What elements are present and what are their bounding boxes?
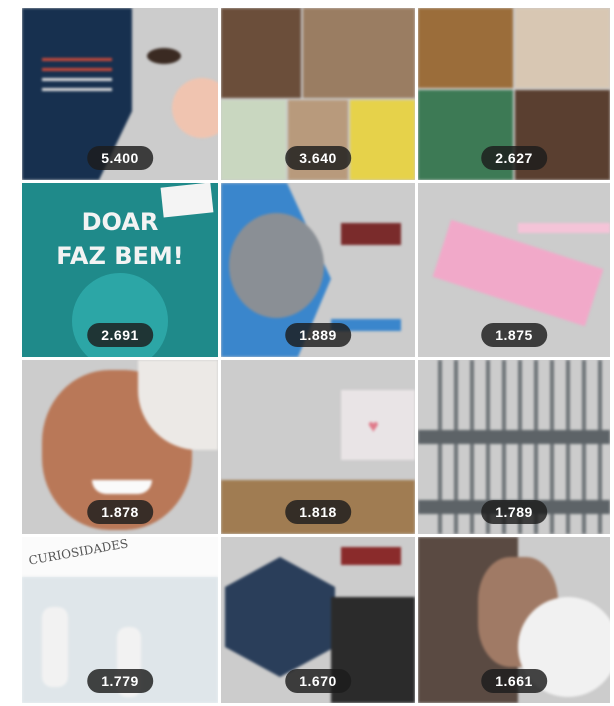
photo-tile[interactable]: 1.661 [418,537,610,703]
photo-tile[interactable]: 2.627 [418,8,610,180]
photo-tile[interactable]: 1.875 [418,183,610,357]
photo-grid: 5.400 3.640 2.627 DOAR FAZ BEM! 2.691 1.… [22,8,610,703]
view-count-badge: 1.889 [285,323,351,347]
view-count-badge: 3.640 [285,146,351,170]
view-count-badge: 2.691 [87,323,153,347]
view-count-badge: 1.818 [285,500,351,524]
photo-tile[interactable]: 1.670 [221,537,415,703]
photo-tile[interactable]: DOAR FAZ BEM! 2.691 [22,183,218,357]
photo-tile[interactable]: 1.878 [22,360,218,534]
view-count-badge: 5.400 [87,146,153,170]
photo-tile[interactable]: ♥ 1.818 [221,360,415,534]
tile-title: DOAR FAZ BEM! [56,208,184,270]
photo-tile[interactable]: 1.789 [418,360,610,534]
photo-tile[interactable]: 1.889 [221,183,415,357]
photo-tile[interactable]: 5.400 [22,8,218,180]
view-count-badge: 2.627 [481,146,547,170]
view-count-badge: 1.779 [87,669,153,693]
view-count-badge: 1.670 [285,669,351,693]
photo-tile[interactable]: CURIOSIDADES 1.779 [22,537,218,703]
view-count-badge: 1.661 [481,669,547,693]
view-count-badge: 1.878 [87,500,153,524]
photo-tile[interactable]: 3.640 [221,8,415,180]
view-count-badge: 1.789 [481,500,547,524]
view-count-badge: 1.875 [481,323,547,347]
